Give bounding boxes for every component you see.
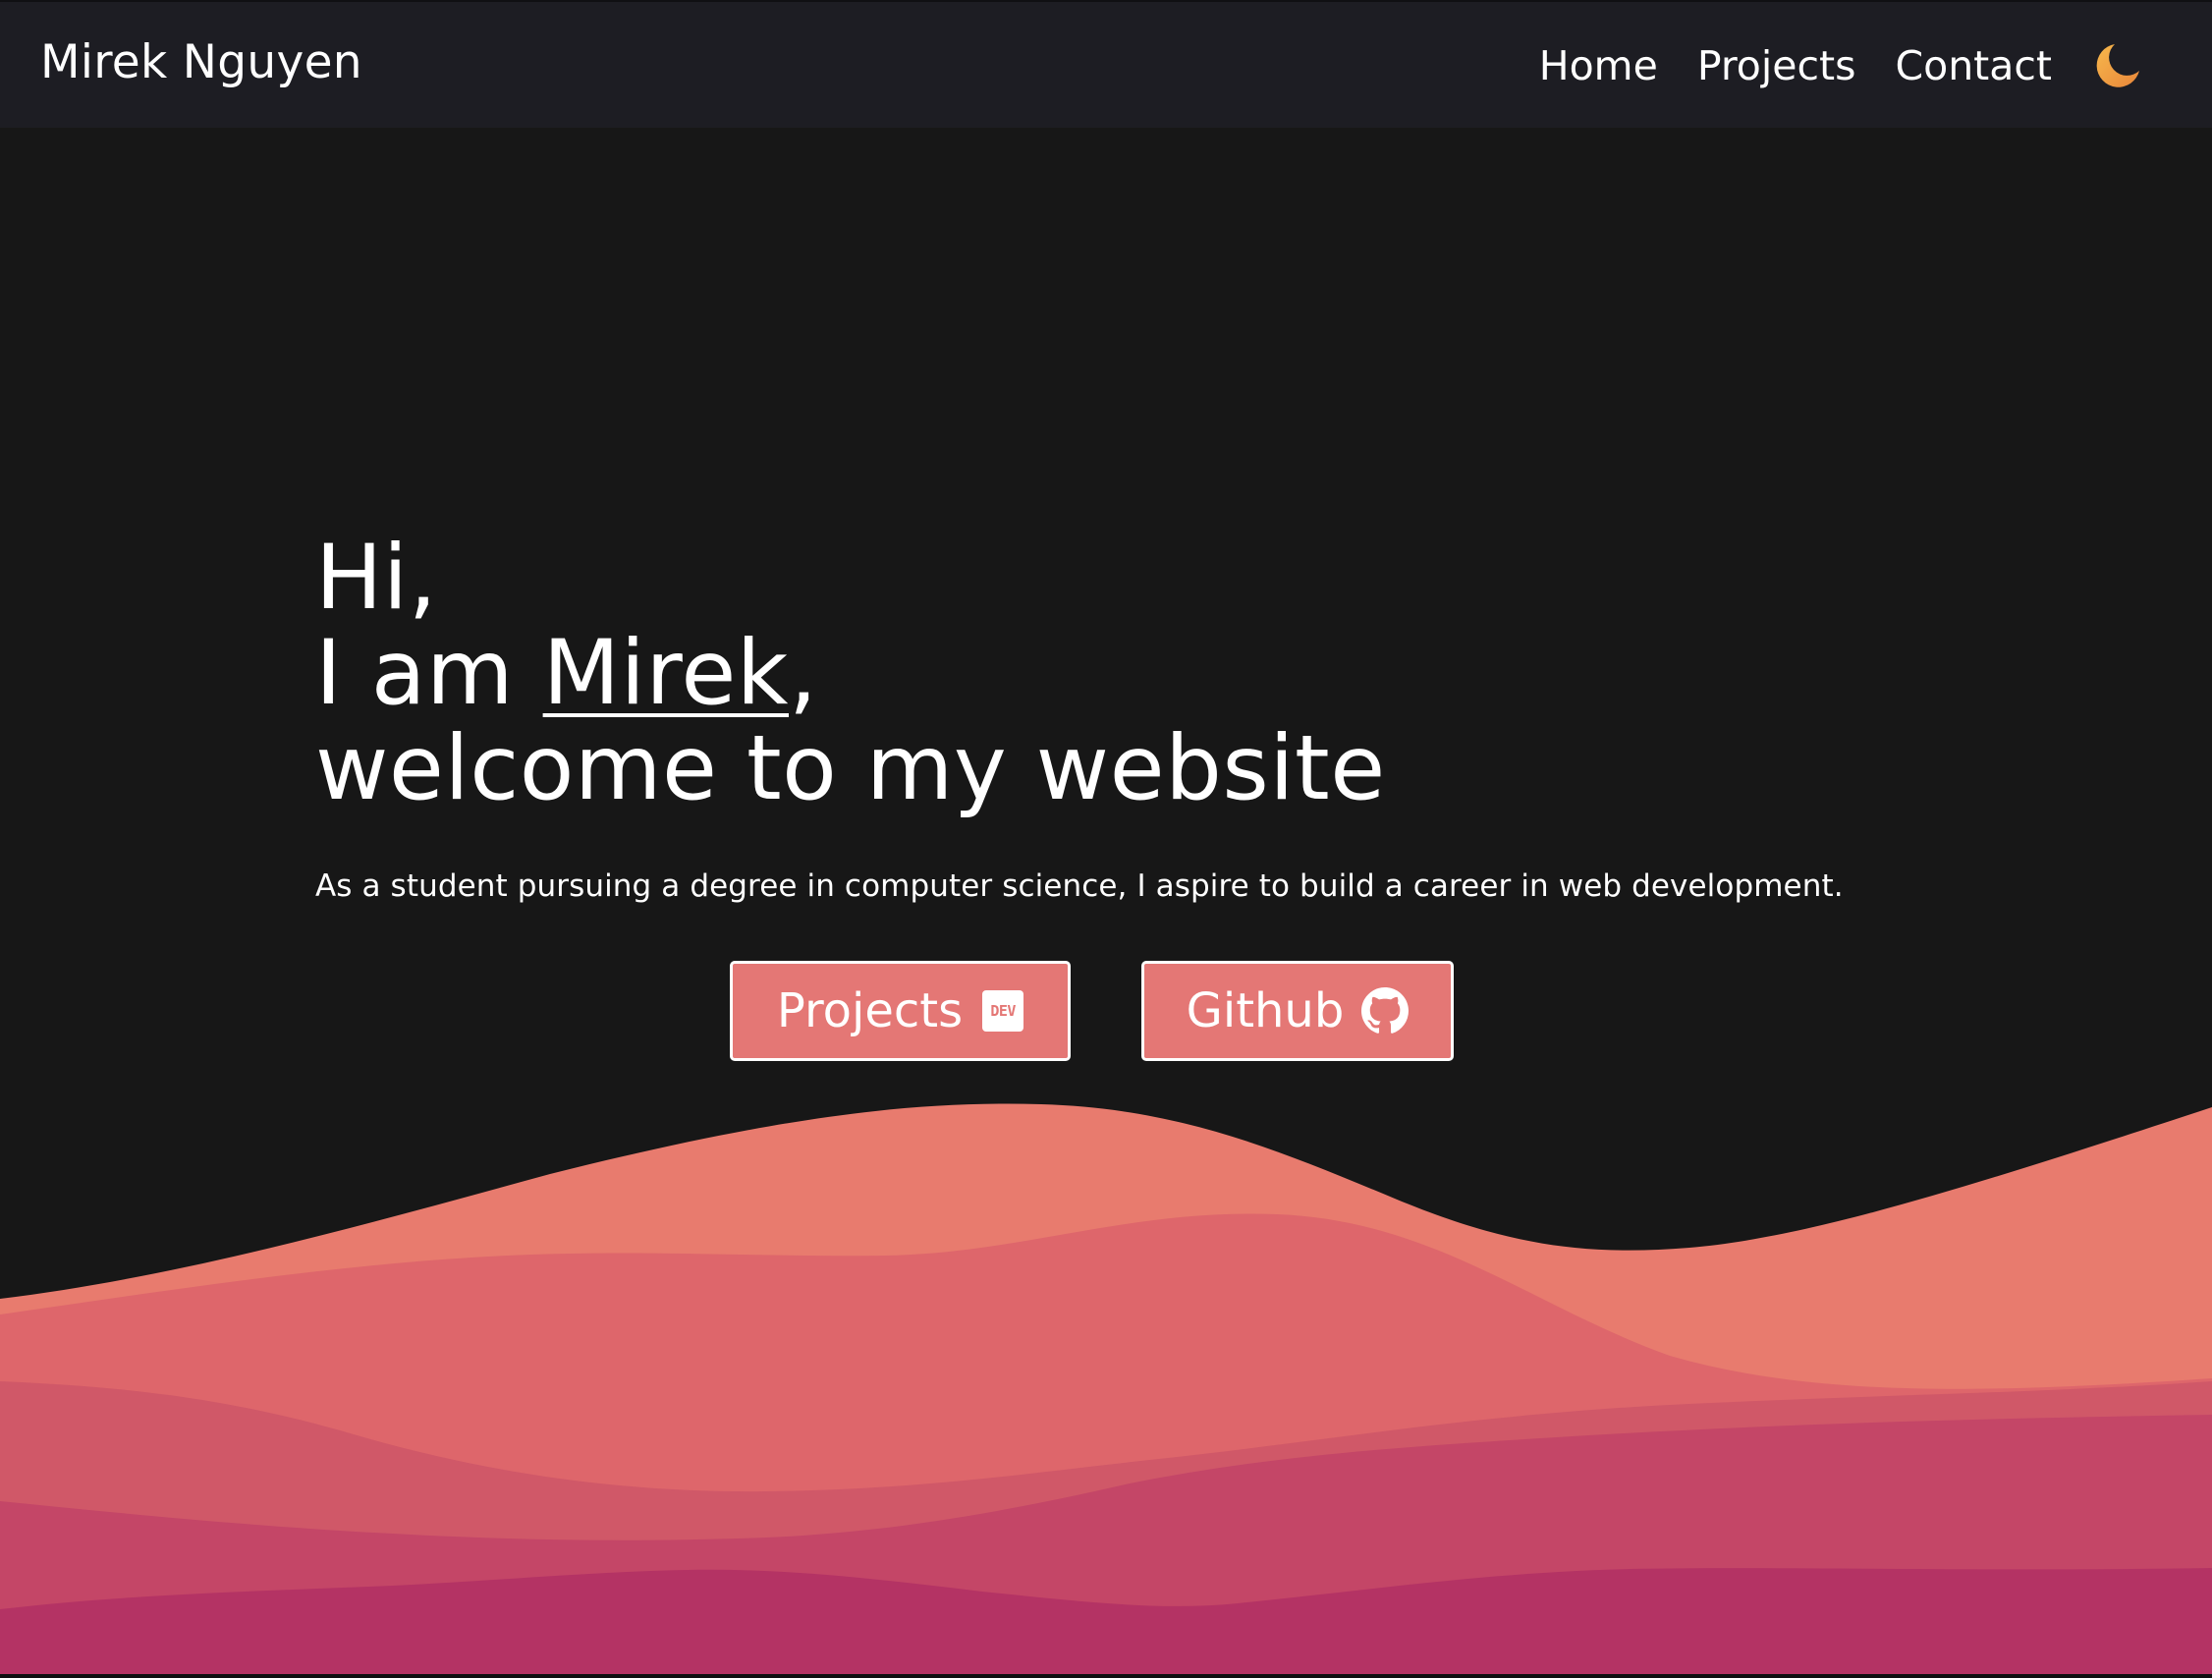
hero-name-link[interactable]: Mirek xyxy=(543,622,789,725)
github-icon xyxy=(1361,987,1410,1035)
nav-link-home[interactable]: Home xyxy=(1539,42,1658,89)
navbar: Mirek Nguyen Home Projects Contact xyxy=(0,0,2212,128)
dev-icon: DEV xyxy=(982,990,1024,1032)
hero-welcome: welcome to my website xyxy=(315,717,1386,820)
github-button[interactable]: Github xyxy=(1141,961,1454,1061)
hero-intro-suffix: , xyxy=(789,622,818,725)
projects-button-label: Projects xyxy=(776,983,964,1038)
nav-links: Home Projects Contact xyxy=(1500,35,2142,96)
hero-greeting: Hi, xyxy=(315,527,438,630)
projects-button[interactable]: Projects DEV xyxy=(730,961,1071,1061)
site-brand[interactable]: Mirek Nguyen xyxy=(40,35,362,89)
nav-link-projects[interactable]: Projects xyxy=(1697,42,1856,89)
nav-link-contact[interactable]: Contact xyxy=(1895,42,2052,89)
bottom-border xyxy=(0,1674,2212,1678)
hero-heading: Hi, I am Mirek, welcome to my website xyxy=(315,531,1386,816)
theme-toggle-button[interactable] xyxy=(2093,41,2142,90)
hero-intro-line: I am Mirek, xyxy=(315,626,1386,721)
hero-section: Hi, I am Mirek, welcome to my website xyxy=(315,531,1386,816)
hero-intro-prefix: I am xyxy=(315,622,543,725)
github-button-label: Github xyxy=(1186,983,1345,1038)
hero-subtitle: As a student pursuing a degree in comput… xyxy=(315,868,1844,904)
moon-icon xyxy=(2096,44,2139,87)
decorative-waves xyxy=(0,1103,2212,1678)
page: Mirek Nguyen Home Projects Contact Hi, I… xyxy=(0,0,2212,1678)
